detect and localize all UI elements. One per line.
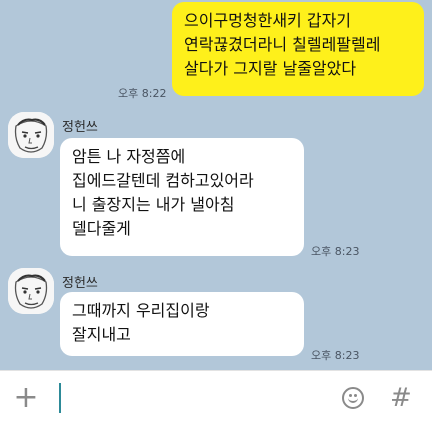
plus-icon[interactable]: + <box>12 383 40 413</box>
sender-name: 정헌쓰 <box>62 120 98 135</box>
emoji-mouth <box>348 397 358 403</box>
message-input[interactable] <box>59 383 61 413</box>
avatar-image <box>8 112 54 158</box>
their-message-bubble: 암튼 나 자정쯤에 집에드갈텐데 컴하고있어라 니 출장지는 내가 낼아침 델다… <box>60 138 304 256</box>
avatar-image <box>8 268 54 314</box>
their-message-bubble: 그때까지 우리집이랑 잘지내고 <box>60 292 304 356</box>
message-time: 오후 8:23 <box>311 349 360 362</box>
sender-avatar[interactable] <box>8 112 54 158</box>
my-message-bubble: 으이구멍청한새키 갑자기 연락끊겼더라니 칠렐레팔렐레 살다가 그지랄 날줄알았… <box>172 2 424 96</box>
sender-avatar[interactable] <box>8 268 54 314</box>
emoji-icon[interactable] <box>342 387 364 409</box>
message-input-bar: + # <box>0 370 432 427</box>
message-time: 오후 8:23 <box>311 245 360 258</box>
hash-icon[interactable]: # <box>390 383 412 413</box>
sender-name: 정헌쓰 <box>62 276 98 291</box>
message-time: 오후 8:22 <box>118 87 167 100</box>
